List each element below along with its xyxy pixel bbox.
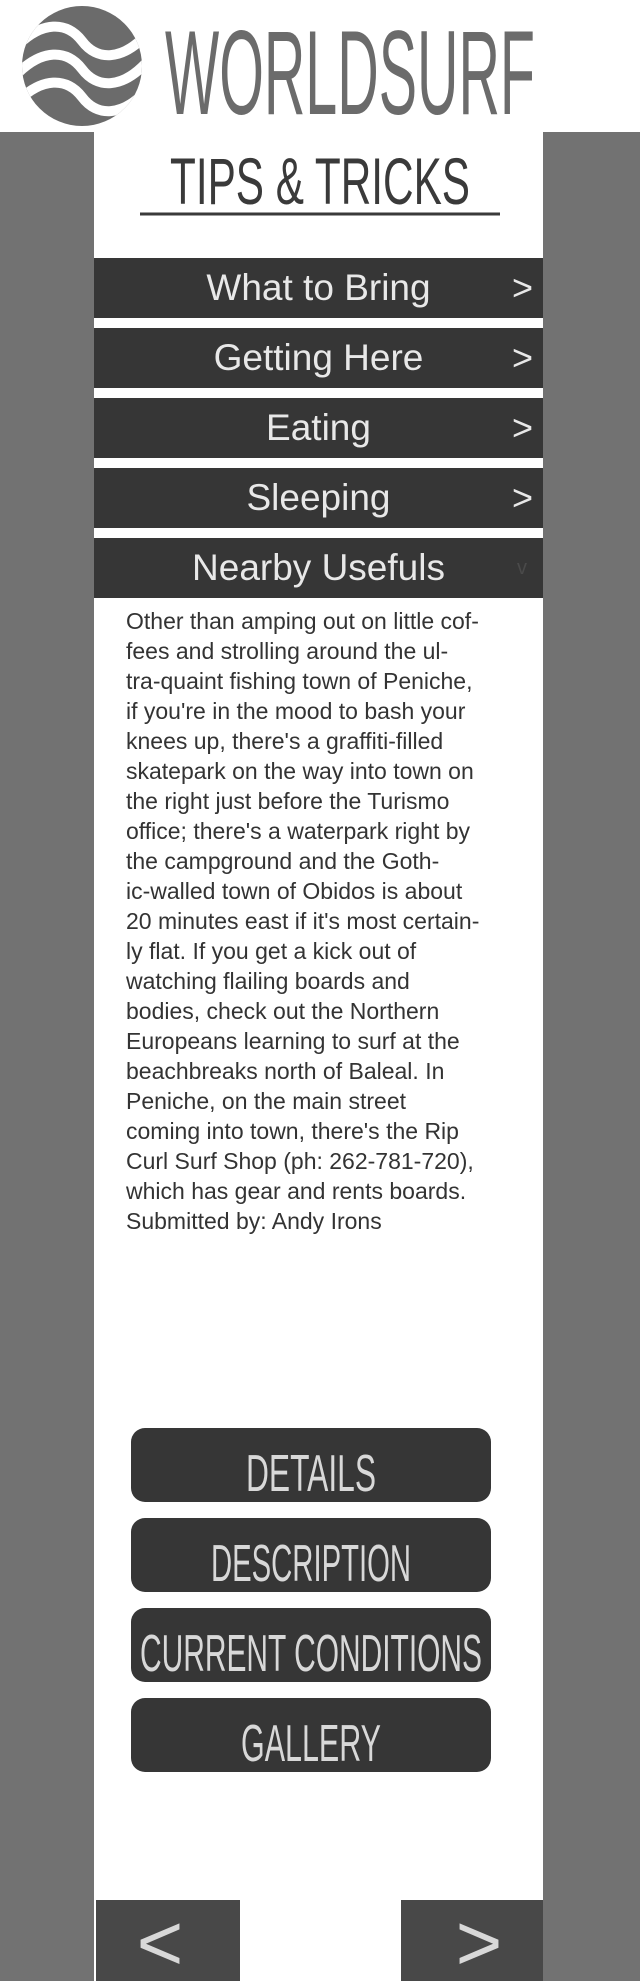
- waves-icon[interactable]: [22, 6, 142, 126]
- panel-line: skatepark on the way into town on: [126, 758, 474, 784]
- panel-line: ic-walled town of Obidos is about: [126, 878, 463, 904]
- accordion-getting-here[interactable]: Getting Here >: [94, 328, 543, 388]
- panel-line: 20 minutes east if it's most certain-: [126, 908, 480, 934]
- panel-line: beachbreaks north of Baleal. In: [126, 1058, 445, 1084]
- chevron-right-icon: >: [511, 267, 533, 308]
- chevron-right-icon: >: [511, 477, 533, 518]
- panel-line: watching flailing boards and: [126, 968, 410, 994]
- current-conditions-label: CURRENT CONDITIONS: [140, 1625, 482, 1682]
- accordion-label: Getting Here: [213, 337, 424, 378]
- panel-line: Europeans learning to surf at the: [126, 1028, 460, 1054]
- panel-line: office; there's a waterpark right by: [126, 818, 471, 844]
- site-header: WORLDSURF: [0, 0, 640, 132]
- panel-line: coming into town, there's the Rip: [126, 1118, 459, 1144]
- page-title: TIPS & TRICKS: [140, 144, 500, 216]
- panel-line: Other than amping out on little cof-: [126, 608, 479, 634]
- chevron-right-icon: >: [511, 407, 533, 448]
- current-conditions-button[interactable]: CURRENT CONDITIONS: [131, 1608, 491, 1682]
- accordion-sleeping[interactable]: Sleeping >: [94, 468, 543, 528]
- panel-line: Peniche, on the main street: [126, 1088, 406, 1114]
- left-margin: [0, 132, 94, 1981]
- description-label: DESCRIPTION: [211, 1535, 411, 1592]
- nearby-usefuls-panel: Other than amping out on little cof- fee…: [126, 606, 518, 1236]
- right-margin: [543, 132, 640, 1981]
- gallery-button[interactable]: GALLERY: [131, 1698, 491, 1772]
- accordion-label: Eating: [266, 407, 371, 448]
- page-title-text: TIPS & TRICKS: [170, 144, 470, 216]
- description-button[interactable]: DESCRIPTION: [131, 1518, 491, 1592]
- previous-button[interactable]: <: [96, 1898, 240, 1986]
- brand-wordmark[interactable]: WORLDSURF: [165, 2, 545, 132]
- panel-line: bodies, check out the Northern: [126, 998, 440, 1024]
- chevron-right-icon: >: [456, 1900, 503, 1981]
- panel-line: the right just before the Turismo: [126, 788, 450, 814]
- panel-line: tra-quaint fishing town of Peniche,: [126, 668, 473, 694]
- panel-line: Curl Surf Shop (ph: 262-781-720),: [126, 1148, 474, 1174]
- accordion-label: What to Bring: [206, 267, 431, 308]
- panel-line: fees and strolling around the ul-: [126, 638, 449, 664]
- details-label: DETAILS: [246, 1445, 376, 1502]
- next-button[interactable]: >: [401, 1898, 543, 1986]
- chevron-left-icon: <: [137, 1900, 184, 1981]
- accordion-eating[interactable]: Eating >: [94, 398, 543, 458]
- panel-line: the campground and the Goth-: [126, 848, 440, 874]
- accordion-label: Nearby Usefuls: [192, 547, 445, 588]
- panel-line: ly flat. If you get a kick out of: [126, 938, 417, 964]
- panel-line: if you're in the mood to bash your: [126, 698, 466, 724]
- accordion-what-to-bring[interactable]: What to Bring >: [94, 258, 543, 318]
- panel-line: Submitted by: Andy Irons: [126, 1208, 382, 1234]
- accordion-label: Sleeping: [246, 477, 391, 518]
- chevron-down-icon: v: [517, 557, 527, 579]
- gallery-label: GALLERY: [241, 1715, 381, 1772]
- chevron-right-icon: >: [511, 337, 533, 378]
- accordion-nearby-usefuls[interactable]: Nearby Usefuls v: [94, 538, 543, 598]
- details-button[interactable]: DETAILS: [131, 1428, 491, 1502]
- panel-line: which has gear and rents boards.: [126, 1178, 467, 1204]
- panel-line: knees up, there's a graffiti-filled: [126, 728, 444, 754]
- brand-name: WORLDSURF: [165, 6, 535, 132]
